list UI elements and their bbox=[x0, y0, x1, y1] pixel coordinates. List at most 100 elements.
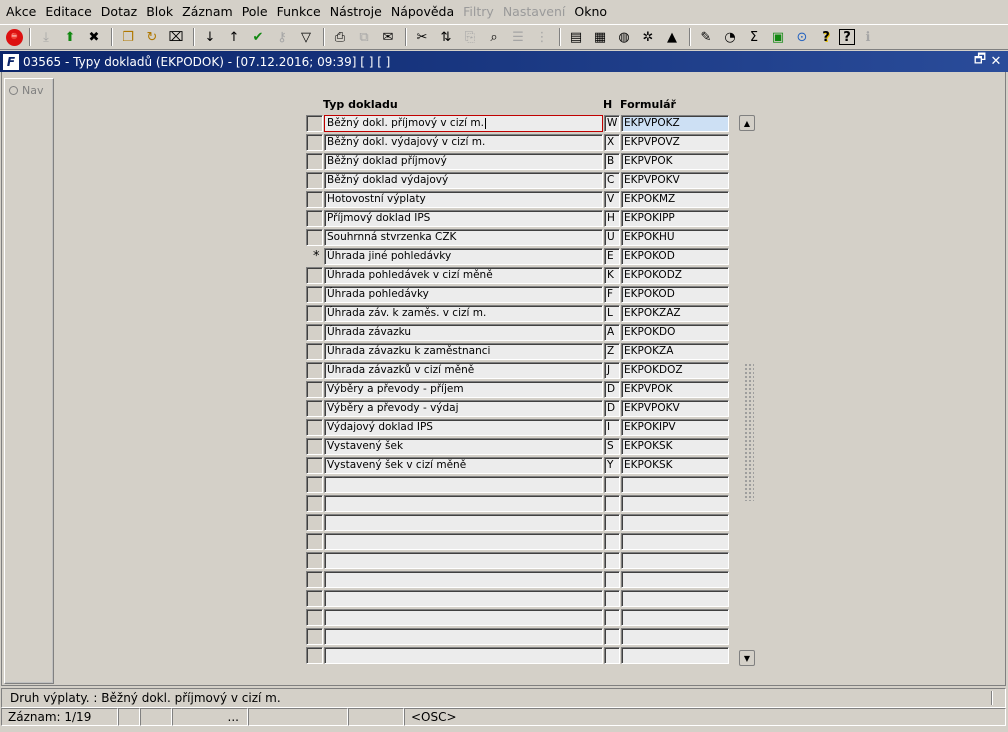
refresh-icon[interactable]: ↻ bbox=[141, 26, 163, 48]
h-field[interactable] bbox=[604, 514, 620, 531]
formular-field[interactable]: EKPVPOKV bbox=[621, 172, 729, 189]
insert-record-icon[interactable]: ⤓ bbox=[35, 26, 57, 48]
formular-field[interactable]: EKPOKZA bbox=[621, 343, 729, 360]
record-selector[interactable] bbox=[306, 324, 323, 341]
h-field[interactable] bbox=[604, 590, 620, 607]
typ-dokladu-field[interactable]: Výběry a převody - výdaj bbox=[324, 400, 603, 417]
mail-icon[interactable]: ✉ bbox=[377, 26, 399, 48]
formular-field[interactable]: EKPVPOKZ bbox=[621, 115, 729, 132]
h-field[interactable] bbox=[604, 609, 620, 626]
scroll-up-icon[interactable]: ▲ bbox=[739, 115, 755, 131]
h-field[interactable]: L bbox=[604, 305, 620, 322]
typ-dokladu-field[interactable]: Běžný dokl. příjmový v cizí m. bbox=[324, 115, 603, 132]
h-field[interactable] bbox=[604, 647, 620, 664]
record-selector[interactable] bbox=[306, 362, 323, 379]
info-circle-icon[interactable]: ⊙ bbox=[791, 26, 813, 48]
record-selector[interactable] bbox=[306, 457, 323, 474]
list-icon[interactable]: ☰ bbox=[507, 26, 529, 48]
clear-icon[interactable]: ⌧ bbox=[165, 26, 187, 48]
sort-desc-icon[interactable]: ↑ bbox=[223, 26, 245, 48]
paste-icon[interactable]: ⎘ bbox=[459, 26, 481, 48]
h-field[interactable] bbox=[604, 552, 620, 569]
formular-field[interactable]: EKPVPOVZ bbox=[621, 134, 729, 151]
typ-dokladu-field[interactable]: Úhrada závazků v cizí měně bbox=[324, 362, 603, 379]
typ-dokladu-field[interactable]: Souhrnná stvrzenka CZK bbox=[324, 229, 603, 246]
typ-dokladu-field[interactable]: Výběry a převody - příjem bbox=[324, 381, 603, 398]
h-field[interactable]: K bbox=[604, 267, 620, 284]
record-selector[interactable] bbox=[306, 552, 323, 569]
formular-field[interactable]: EKPOKZAZ bbox=[621, 305, 729, 322]
formular-field[interactable]: EKPOKIPV bbox=[621, 419, 729, 436]
save-green-icon[interactable]: ⬆ bbox=[59, 26, 81, 48]
typ-dokladu-field[interactable]: Běžný doklad příjmový bbox=[324, 153, 603, 170]
menu-filtry[interactable]: Filtry bbox=[459, 0, 499, 24]
h-field[interactable]: Z bbox=[604, 343, 620, 360]
formular-field[interactable] bbox=[621, 647, 729, 664]
typ-dokladu-field[interactable] bbox=[324, 533, 603, 550]
typ-dokladu-field[interactable] bbox=[324, 571, 603, 588]
h-field[interactable]: W bbox=[604, 115, 620, 132]
h-field[interactable]: X bbox=[604, 134, 620, 151]
calculator-icon[interactable]: ▦ bbox=[589, 26, 611, 48]
record-selector[interactable] bbox=[306, 609, 323, 626]
formular-field[interactable]: EKPOKIPP bbox=[621, 210, 729, 227]
formular-field[interactable]: EKPVPOK bbox=[621, 153, 729, 170]
formular-field[interactable]: EKPOKDOZ bbox=[621, 362, 729, 379]
menu-okno[interactable]: Okno bbox=[570, 0, 612, 24]
menu-zaznam[interactable]: Záznam bbox=[178, 0, 238, 24]
restore-icon[interactable]: 🗗 bbox=[972, 52, 988, 69]
vertical-scrollbar[interactable]: ▲ ▼ bbox=[739, 115, 755, 666]
record-selector[interactable] bbox=[306, 400, 323, 417]
form-icon[interactable]: ▤ bbox=[565, 26, 587, 48]
typ-dokladu-field[interactable] bbox=[324, 609, 603, 626]
record-selector[interactable] bbox=[306, 191, 323, 208]
h-field[interactable]: H bbox=[604, 210, 620, 227]
typ-dokladu-field[interactable] bbox=[324, 495, 603, 512]
record-selector[interactable] bbox=[306, 628, 323, 645]
duplicate-icon[interactable]: ❐ bbox=[117, 26, 139, 48]
menu-nastroje[interactable]: Nástroje bbox=[326, 0, 387, 24]
key-icon[interactable]: ⚷ bbox=[271, 26, 293, 48]
typ-dokladu-field[interactable]: Výdajový doklad IPS bbox=[324, 419, 603, 436]
h-field[interactable] bbox=[604, 628, 620, 645]
check-icon[interactable]: ✔ bbox=[247, 26, 269, 48]
record-selector[interactable] bbox=[306, 438, 323, 455]
record-selector[interactable] bbox=[306, 267, 323, 284]
h-field[interactable]: I bbox=[604, 419, 620, 436]
record-selector[interactable] bbox=[306, 134, 323, 151]
scroll-down-icon[interactable]: ▼ bbox=[739, 650, 755, 666]
record-selector[interactable] bbox=[306, 495, 323, 512]
record-selector[interactable] bbox=[306, 419, 323, 436]
formular-field[interactable] bbox=[621, 571, 729, 588]
globe-icon[interactable]: ◍ bbox=[613, 26, 635, 48]
sort-asc-icon[interactable]: ↓ bbox=[199, 26, 221, 48]
cut-icon[interactable]: ✂ bbox=[411, 26, 433, 48]
record-selector[interactable] bbox=[306, 172, 323, 189]
copy-icon[interactable]: ⇅ bbox=[435, 26, 457, 48]
scroll-grip[interactable] bbox=[744, 363, 754, 501]
help-yellow-icon[interactable]: ? bbox=[815, 26, 837, 48]
record-selector[interactable] bbox=[306, 590, 323, 607]
close-icon[interactable]: ✕ bbox=[988, 53, 1004, 69]
menu-editace[interactable]: Editace bbox=[41, 0, 96, 24]
h-field[interactable]: D bbox=[604, 381, 620, 398]
formular-field[interactable]: EKPOKHU bbox=[621, 229, 729, 246]
typ-dokladu-field[interactable]: Běžný dokl. výdajový v cizí m. bbox=[324, 134, 603, 151]
formular-field[interactable] bbox=[621, 590, 729, 607]
typ-dokladu-field[interactable]: Úhrada pohledávek v cizí měně bbox=[324, 267, 603, 284]
h-field[interactable] bbox=[604, 495, 620, 512]
formular-field[interactable]: EKPOKSK bbox=[621, 457, 729, 474]
h-field[interactable]: U bbox=[604, 229, 620, 246]
mountain-icon[interactable]: ▲ bbox=[661, 26, 683, 48]
record-selector[interactable] bbox=[306, 381, 323, 398]
h-field[interactable]: Y bbox=[604, 457, 620, 474]
exit-icon[interactable]: ⛔ bbox=[6, 28, 23, 46]
record-selector[interactable] bbox=[306, 343, 323, 360]
h-field[interactable]: F bbox=[604, 286, 620, 303]
chart-icon[interactable]: ✎ bbox=[695, 26, 717, 48]
menu-blok[interactable]: Blok bbox=[142, 0, 178, 24]
record-selector[interactable] bbox=[306, 476, 323, 493]
info-icon[interactable]: ℹ bbox=[857, 26, 879, 48]
formular-field[interactable] bbox=[621, 533, 729, 550]
h-field[interactable] bbox=[604, 476, 620, 493]
